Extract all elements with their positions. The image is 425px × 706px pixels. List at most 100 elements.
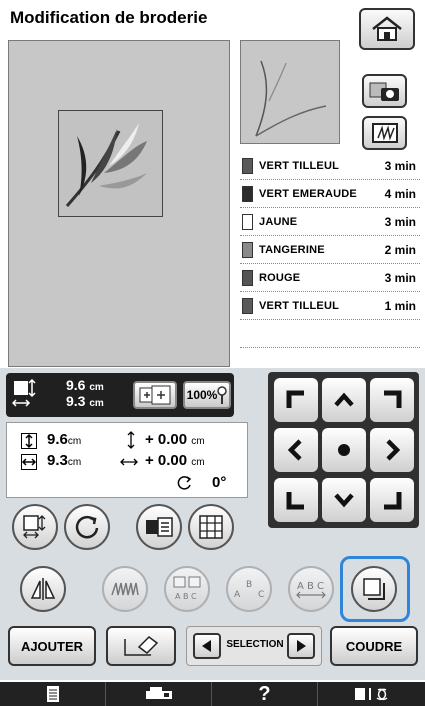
thread-name: VERT TILLEUL <box>259 159 340 172</box>
list-item[interactable]: TANGERINE 2 min <box>240 236 420 264</box>
page-title: Modification de broderie <box>10 8 208 27</box>
document-button[interactable] <box>0 682 106 706</box>
list-item[interactable]: JAUNE 3 min <box>240 208 420 236</box>
center-dot-icon <box>338 444 350 456</box>
svg-text:B: B <box>246 580 252 590</box>
resize-button[interactable] <box>12 504 58 550</box>
status-bar: ? <box>0 682 425 706</box>
outline-icon <box>363 578 385 600</box>
move-down-right-button[interactable] <box>370 478 414 522</box>
list-item[interactable]: VERT TILLEUL 1 min <box>240 292 420 320</box>
stitch-density-button[interactable] <box>102 566 148 612</box>
list-item-empty <box>240 320 420 348</box>
list-item[interactable]: ROUGE 3 min <box>240 264 420 292</box>
thread-name: VERT TILLEUL <box>259 299 340 312</box>
selection-control: SELECTION <box>186 626 322 666</box>
rotate-button[interactable] <box>64 504 110 550</box>
thread-name: JAUNE <box>259 215 298 228</box>
frame-size-icon <box>139 385 171 405</box>
thread-view-button[interactable] <box>362 116 407 150</box>
horizontal-offset-readout: + 0.00 cm <box>145 452 205 469</box>
density-button[interactable] <box>188 504 234 550</box>
home-button[interactable] <box>359 8 415 50</box>
color-swatch <box>242 297 253 314</box>
corner-down-left-icon <box>286 492 304 510</box>
text-icon: A B C <box>173 576 201 601</box>
array-button[interactable] <box>136 504 182 550</box>
machine-button[interactable] <box>106 682 212 706</box>
sew-button[interactable]: COUDRE <box>330 626 418 666</box>
position-info: 9.6cm 9.3cm + 0.00 cm + 0.00 cm 0° <box>6 422 248 498</box>
svg-text:A B C: A B C <box>297 581 324 592</box>
svg-text:A B C: A B C <box>175 592 197 601</box>
triangle-right-icon <box>297 640 306 652</box>
list-item[interactable]: VERT TILLEUL 3 min <box>240 152 420 180</box>
thumbnail-design <box>255 60 327 137</box>
thread-time: 3 min <box>384 214 416 229</box>
center-button[interactable] <box>322 428 366 472</box>
text-spacing-button[interactable]: A B C <box>288 566 334 612</box>
size-display: 9.6 cm 9.3 cm 100% <box>6 373 234 417</box>
outline-button[interactable] <box>351 566 397 612</box>
array-icon <box>146 517 173 537</box>
move-right-button[interactable] <box>370 428 414 472</box>
rotation-icon <box>177 476 192 490</box>
zoom-icon <box>217 386 228 404</box>
move-left-button[interactable] <box>274 428 318 472</box>
arrow-down-icon <box>334 493 354 508</box>
thumbnail-preview <box>240 40 340 144</box>
zoom-label: 100% <box>186 388 218 402</box>
needle-icon <box>354 688 388 701</box>
height-readout: 9.6cm <box>47 431 82 448</box>
thread-time: 3 min <box>384 158 416 173</box>
stitch-icon <box>111 582 139 596</box>
list-item[interactable]: VERT EMERAUDE 4 min <box>240 180 420 208</box>
selection-prev-button[interactable] <box>193 633 221 659</box>
size-height-readout: 9.3 cm <box>66 393 104 410</box>
thread-name: TANGERINE <box>259 243 325 256</box>
svg-text:A: A <box>234 590 241 600</box>
text-layout-button[interactable]: A B C <box>164 566 210 612</box>
resize-icon <box>23 515 46 539</box>
vertical-offset-icon <box>127 431 135 449</box>
arc-text-button[interactable]: A B C <box>226 566 272 612</box>
add-button[interactable]: AJOUTER <box>8 626 96 666</box>
zoom-button[interactable]: 100% <box>183 381 231 409</box>
spacing-icon: A B C <box>296 581 326 599</box>
sew-label: COUDRE <box>345 638 403 654</box>
thread-name: VERT EMERAUDE <box>259 187 357 200</box>
delete-button[interactable] <box>106 626 176 666</box>
resize-preview-button[interactable] <box>133 381 177 409</box>
move-down-left-button[interactable] <box>274 478 318 522</box>
width-readout: 9.3cm <box>47 452 82 469</box>
doc-icon <box>46 686 59 702</box>
move-up-left-button[interactable] <box>274 378 318 422</box>
arrow-right-icon <box>386 439 401 461</box>
camera-button[interactable] <box>362 74 407 108</box>
needle-button[interactable] <box>318 682 425 706</box>
color-swatch <box>242 157 253 174</box>
corner-up-right-icon <box>384 390 402 408</box>
density-icon <box>199 515 223 539</box>
svg-text:C: C <box>258 590 264 600</box>
thread-time: 3 min <box>384 270 416 285</box>
move-down-button[interactable] <box>322 478 366 522</box>
leaf-design <box>65 123 147 207</box>
move-up-right-button[interactable] <box>370 378 414 422</box>
design-frame[interactable] <box>58 110 163 217</box>
thread-time: 4 min <box>384 186 416 201</box>
help-button[interactable]: ? <box>212 682 318 706</box>
arrow-left-icon <box>287 439 302 461</box>
thread-time: 2 min <box>384 242 416 257</box>
move-up-button[interactable] <box>322 378 366 422</box>
machine-icon <box>145 687 172 699</box>
mirror-button[interactable] <box>20 566 66 612</box>
eraser-icon <box>124 636 159 656</box>
color-swatch <box>242 213 253 230</box>
selection-label: SELECTION <box>226 639 284 650</box>
thread-icon <box>371 123 398 143</box>
thread-time: 1 min <box>384 298 416 313</box>
add-label: AJOUTER <box>20 638 84 654</box>
corner-down-right-icon <box>384 492 402 510</box>
selection-next-button[interactable] <box>287 633 315 659</box>
